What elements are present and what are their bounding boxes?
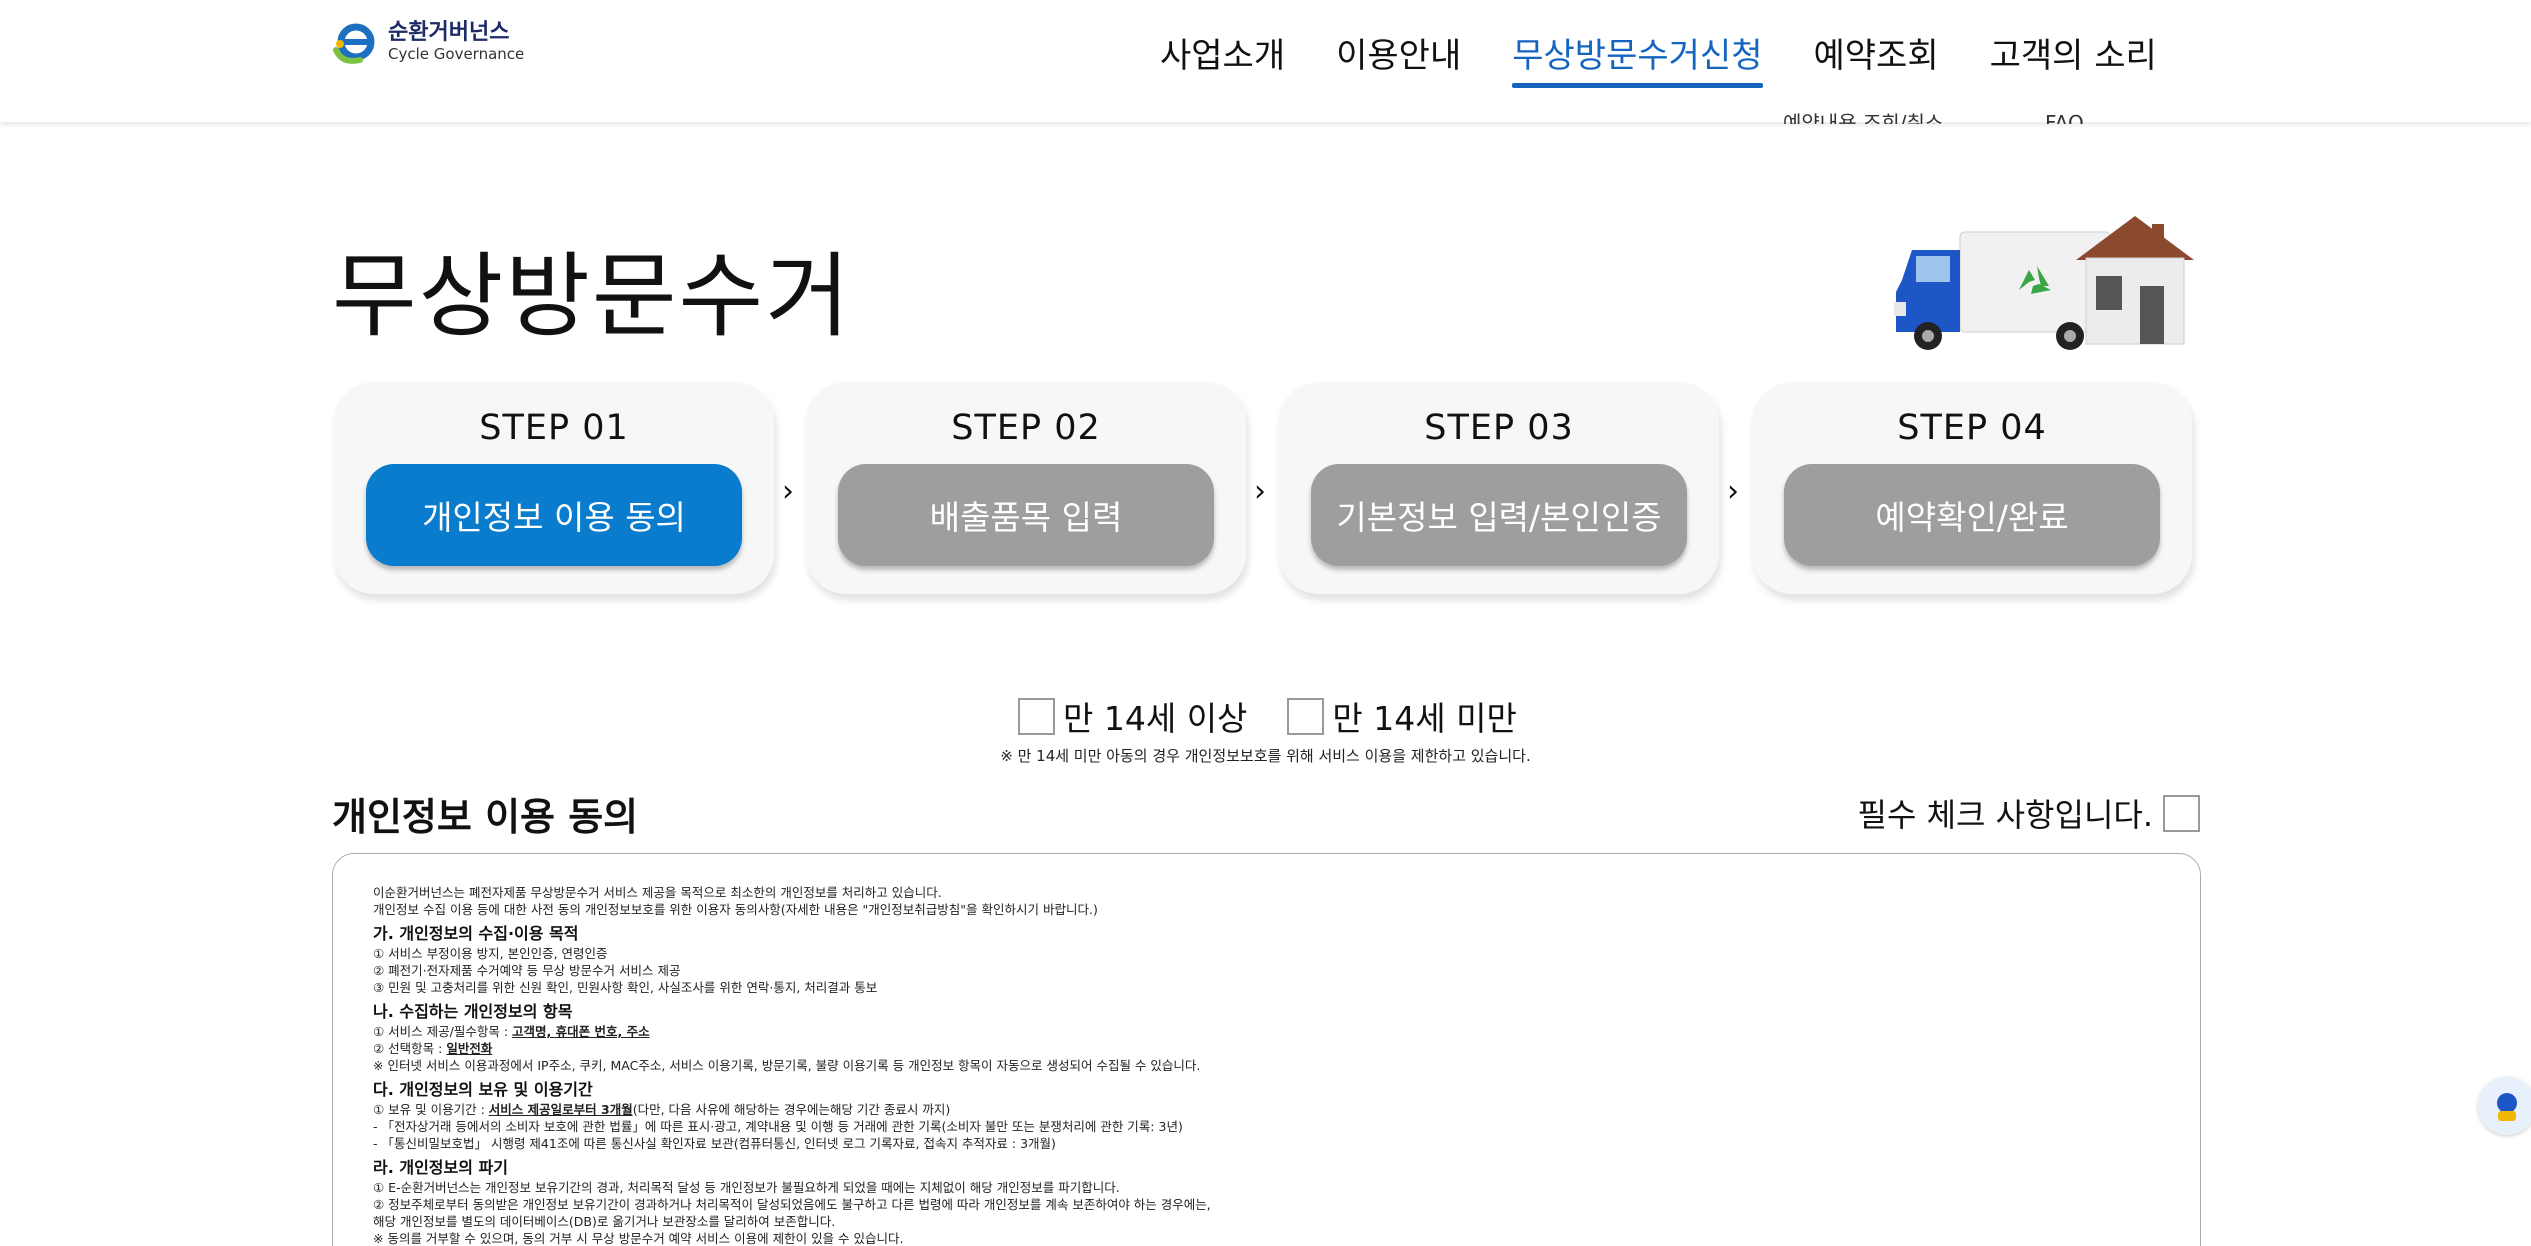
nav-usage-guide[interactable]: 이용안내 [1336,28,1461,88]
terms-line: - 「통신비밀보호법」 시행령 제41조에 따른 통신사실 확인자료 보관(컴퓨… [373,1135,2160,1152]
terms-heading: 가. 개인정보의 수집·이용 목적 [373,923,2160,945]
chevron-right-icon: › [1254,474,1266,509]
terms-line: ① 서비스 제공/필수항목 : 고객명, 휴대폰 번호, 주소 [373,1023,2160,1040]
terms-text: ② 선택항목 : [373,1041,447,1056]
step-button-confirm-complete[interactable]: 예약확인/완료 [1784,464,2160,566]
chatbot-button[interactable] [2478,1077,2531,1135]
terms-text: ※ 인터넷 서비스 이용과정에서 IP주소, 쿠키, MAC주소, 서비스 이용… [373,1058,1201,1073]
terms-line: 개인정보 수집 이용 등에 대한 사전 동의 개인정보보호를 위한 이용자 동의… [373,901,2160,918]
terms-text-after: (다만, 다음 사유에 해당하는 경우에는해당 기간 종료시 까지) [632,1102,951,1117]
terms-line: ② 선택항목 : 일반전화 [373,1040,2160,1057]
step-card-1: STEP 01 개인정보 이용 동의 [334,382,774,594]
nav-reservation-lookup[interactable]: 예약조회 [1814,28,1939,88]
terms-text: 이순환거버넌스는 폐전자제품 무상방문수거 서비스 제공을 목적으로 최소한의 … [373,885,942,900]
terms-line: ③ 민원 및 고충처리를 위한 신원 확인, 민원사항 확인, 사실조사를 위한… [373,979,2160,996]
step-button-basic-info-auth[interactable]: 기본정보 입력/본인인증 [1311,464,1687,566]
terms-text: - 「통신비밀보호법」 시행령 제41조에 따른 통신사실 확인자료 보관(컴퓨… [373,1136,1056,1151]
step-card-4: STEP 04 예약확인/완료 [1752,382,2192,594]
chevron-right-icon: › [782,474,794,509]
age-under-14-label[interactable]: 만 14세 미만 [1332,692,1516,740]
site-header: 순환거버넌스 Cycle Governance 사업소개 이용안내 무상방문수거… [0,0,2531,124]
logo-english-text: Cycle Governance [388,45,525,63]
logo-korean-text: 순환거버넌스 [388,20,510,45]
site-logo[interactable]: 순환거버넌스 Cycle Governance [332,20,524,64]
terms-text: 나. 수집하는 개인정보의 항목 [373,1002,573,1021]
subnav-faq[interactable]: FAQ [2045,112,2084,124]
terms-text: ② 정보주체로부터 동의받은 개인정보 보유기간이 경과하거나 처리목적이 달성… [373,1197,1211,1212]
required-consent-checkbox[interactable] [2163,794,2200,832]
terms-heading: 나. 수집하는 개인정보의 항목 [373,1001,2160,1023]
terms-text: 해당 개인정보를 별도의 데이터베이스(DB)로 옮기거나 보관장소를 달리하여… [373,1214,836,1229]
step-progress: STEP 01 개인정보 이용 동의 › STEP 02 배출품목 입력 › S… [334,382,2194,594]
privacy-terms-content: 이순환거버넌스는 폐전자제품 무상방문수거 서비스 제공을 목적으로 최소한의 … [373,884,2160,1246]
terms-text: ※ 동의를 거부할 수 있으며, 동의 거부 시 무상 방문수거 예약 서비스 … [373,1231,904,1246]
terms-heading: 다. 개인정보의 보유 및 이용기간 [373,1079,2160,1101]
terms-text: - 「전자상거래 등에서의 소비자 보호에 관한 법률」에 따른 표시·광고, … [373,1119,1183,1134]
terms-emphasis: 서비스 제공일로부터 3개월 [488,1102,633,1117]
terms-line: ※ 동의를 거부할 수 있으며, 동의 거부 시 무상 방문수거 예약 서비스 … [373,1230,2160,1246]
terms-text: ① 보유 및 이용기간 : [373,1102,489,1117]
step-label: STEP 04 [1897,408,2047,448]
step-button-privacy-consent[interactable]: 개인정보 이용 동의 [366,464,742,566]
consent-section-title: 개인정보 이용 동의 [332,795,639,839]
step-card-2: STEP 02 배출품목 입력 [806,382,1246,594]
terms-line: 해당 개인정보를 별도의 데이터베이스(DB)로 옮기거나 보관장소를 달리하여… [373,1213,2160,1230]
nav-free-pickup-request[interactable]: 무상방문수거신청 [1512,28,1763,88]
required-check: 필수 체크 사항입니다. [1858,790,2200,836]
privacy-terms-box[interactable]: 이순환거버넌스는 폐전자제품 무상방문수거 서비스 제공을 목적으로 최소한의 … [332,853,2201,1246]
terms-emphasis: 고객명, 휴대폰 번호, 주소 [512,1024,650,1039]
terms-text: ① E-순환거버넌스는 개인정보 보유기간의 경과, 처리목적 달성 등 개인정… [373,1180,1120,1195]
terms-line: ② 정보주체로부터 동의받은 개인정보 보유기간이 경과하거나 처리목적이 달성… [373,1196,2160,1213]
terms-line: ① 서비스 부정이용 방지, 본인인증, 연령인증 [373,945,2160,962]
chevron-right-icon: › [1727,474,1739,509]
terms-line: ① E-순환거버넌스는 개인정보 보유기간의 경과, 처리목적 달성 등 개인정… [373,1179,2160,1196]
logo-icon [332,20,384,64]
page-title: 무상방문수거 [332,243,852,350]
terms-text: ② 폐전기·전자제품 수거예약 등 무상 방문수거 서비스 제공 [373,963,681,978]
terms-text: 개인정보 수집 이용 등에 대한 사전 동의 개인정보보호를 위한 이용자 동의… [373,902,1098,917]
terms-line: ② 폐전기·전자제품 수거예약 등 무상 방문수거 서비스 제공 [373,962,2160,979]
age-over-14-label[interactable]: 만 14세 이상 [1063,692,1247,740]
terms-text: ① 서비스 제공/필수항목 : [373,1024,513,1039]
subnav-reservation-cancel[interactable]: 예약내용 조회/취소 [1783,112,1943,124]
terms-text: 라. 개인정보의 파기 [373,1158,508,1177]
terms-line: ① 보유 및 이용기간 : 서비스 제공일로부터 3개월(다만, 다음 사유에 … [373,1101,2160,1118]
chatbot-icon [2497,1093,2517,1121]
step-label: STEP 02 [951,408,1101,448]
age-over-14-checkbox[interactable] [1018,697,1055,735]
terms-text: ③ 민원 및 고충처리를 위한 신원 확인, 민원사항 확인, 사실조사를 위한… [373,980,878,995]
main-nav: 사업소개 이용안내 무상방문수거신청 예약조회 고객의 소리 [1160,28,2208,88]
terms-text: 다. 개인정보의 보유 및 이용기간 [373,1080,593,1099]
terms-text: ① 서비스 부정이용 방지, 본인인증, 연령인증 [373,946,608,961]
terms-line: ※ 인터넷 서비스 이용과정에서 IP주소, 쿠키, MAC주소, 서비스 이용… [373,1057,2160,1074]
nav-customer-voice[interactable]: 고객의 소리 [1990,28,2157,88]
age-selection: 만 14세 이상 만 14세 미만 [1018,692,1557,740]
age-under-14-checkbox[interactable] [1287,697,1325,735]
terms-heading: 라. 개인정보의 파기 [373,1157,2160,1179]
step-label: STEP 01 [479,408,629,448]
step-button-item-entry[interactable]: 배출품목 입력 [838,464,1214,566]
required-check-label: 필수 체크 사항입니다. [1857,796,2153,834]
terms-line: 이순환거버넌스는 폐전자제품 무상방문수거 서비스 제공을 목적으로 최소한의 … [373,884,2160,901]
terms-line: - 「전자상거래 등에서의 소비자 보호에 관한 법률」에 따른 표시·광고, … [373,1118,2160,1135]
step-label: STEP 03 [1424,408,1574,448]
age-restriction-note: ※ 만 14세 미만 아동의 경우 개인정보보호를 위해 서비스 이용을 제한하… [1000,747,1531,765]
step-card-3: STEP 03 기본정보 입력/본인인증 [1279,382,1719,594]
nav-business-intro[interactable]: 사업소개 [1160,28,1285,88]
terms-text: 가. 개인정보의 수집·이용 목적 [373,924,579,943]
terms-emphasis: 일반전화 [446,1041,493,1056]
truck-house-illustration [1890,210,2200,360]
